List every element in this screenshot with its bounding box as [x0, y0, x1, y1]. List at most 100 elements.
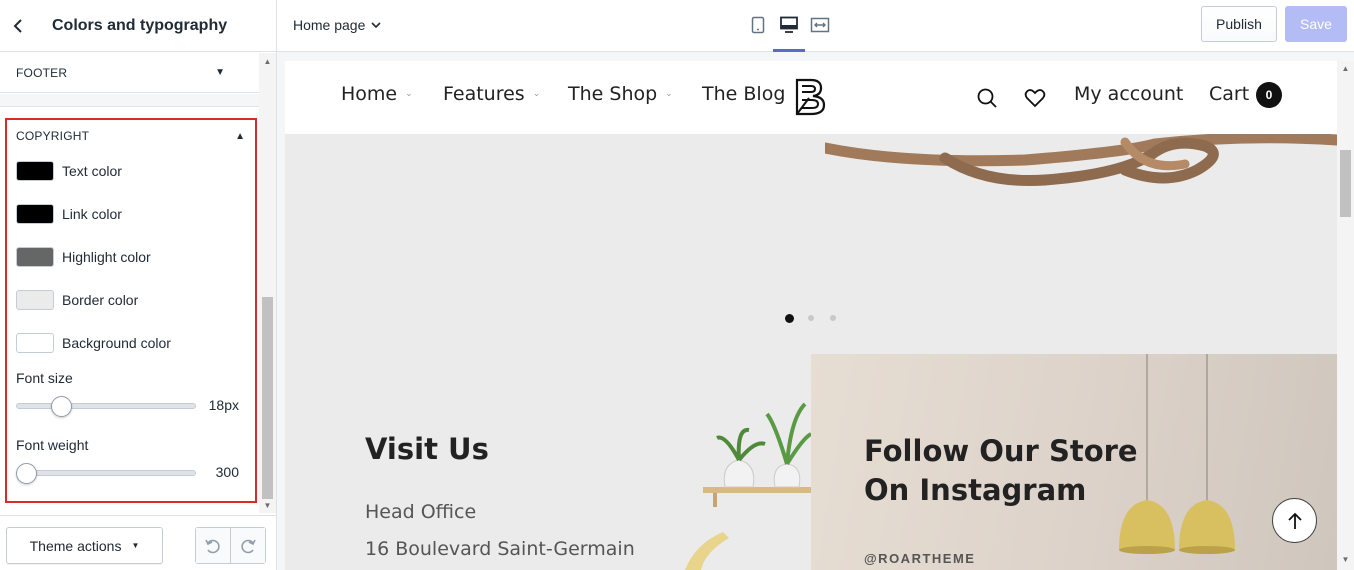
scroll-down-arrow[interactable]: ▼ [1337, 553, 1354, 567]
slide-dot-1[interactable] [785, 314, 794, 323]
border-color-picker[interactable]: Border color [16, 289, 216, 311]
plants-shelf-image [685, 402, 811, 570]
copyright-section-label: COPYRIGHT [16, 129, 90, 143]
font-weight-track[interactable] [16, 470, 196, 476]
link-color-picker[interactable]: Link color [16, 203, 216, 225]
back-to-top-button[interactable] [1272, 498, 1317, 543]
font-weight-slider[interactable]: 300 [16, 462, 245, 484]
background-color-swatch[interactable] [16, 333, 54, 353]
back-button[interactable] [2, 2, 36, 50]
link-color-swatch[interactable] [16, 204, 54, 224]
copyright-section: COPYRIGHT ▲ Text color Link color Highli… [5, 118, 257, 503]
chevron-left-icon [13, 18, 22, 33]
hero-slideshow[interactable] [285, 134, 1337, 354]
my-account-label: My account [1074, 83, 1184, 105]
redo-button[interactable] [230, 528, 265, 563]
font-size-label: Font size [16, 370, 73, 386]
instagram-handle[interactable]: @ROARTHEME [864, 551, 975, 566]
slide-dot-2[interactable] [808, 315, 814, 321]
font-weight-label: Font weight [16, 437, 89, 453]
active-device-indicator [773, 49, 805, 52]
visit-line-2: 16 Boulevard Saint-Germain [365, 538, 635, 560]
nav-features[interactable]: Features ⌄ [443, 83, 540, 105]
preview-scrollbar-thumb[interactable] [1340, 150, 1351, 217]
chevron-down-icon: ⌄ [665, 89, 673, 99]
footer-section-toggle[interactable]: FOOTER ▼ [0, 53, 259, 93]
fullwidth-icon [810, 17, 830, 33]
chevron-down-icon [371, 22, 381, 29]
caret-down-icon: ▼ [131, 541, 140, 550]
sidebar-scrollbar-thumb[interactable] [262, 297, 273, 499]
nav-the-blog[interactable]: The Blog [702, 83, 785, 105]
rope-knot-image [825, 134, 1337, 186]
nav-home-label: Home [341, 83, 398, 105]
history-controls [195, 527, 266, 564]
sidebar-title: Colors and typography [52, 16, 228, 34]
instagram-section: Follow Our Store On Instagram @ROARTHEME [811, 354, 1337, 570]
font-size-slider[interactable]: 18px [16, 395, 245, 417]
font-size-value: 18px [208, 397, 239, 413]
scroll-up-arrow[interactable]: ▲ [1337, 62, 1354, 76]
undo-button[interactable] [196, 528, 231, 563]
theme-actions-label: Theme actions [29, 537, 122, 554]
background-color-label: Background color [62, 335, 171, 351]
caret-up-icon: ▲ [235, 130, 245, 142]
nav-the-shop[interactable]: The Shop ⌄ [568, 83, 673, 105]
copyright-section-toggle[interactable]: COPYRIGHT ▲ [16, 127, 245, 145]
highlight-color-label: Highlight color [62, 249, 151, 265]
desktop-icon [780, 16, 798, 33]
scroll-down-arrow[interactable]: ▼ [259, 499, 276, 513]
editor-topbar: Home page Publish Save [277, 0, 1354, 52]
sidebar-settings-panel: FOOTER ▼ COPYRIGHT ▲ Text color Link col… [0, 53, 276, 513]
font-weight-value: 300 [215, 464, 239, 480]
redo-icon [241, 539, 256, 553]
slide-dot-3[interactable] [830, 315, 836, 321]
nav-the-blog-label: The Blog [702, 83, 786, 105]
cart-link[interactable]: Cart [1209, 83, 1249, 105]
visit-us-title: Visit Us [365, 432, 489, 466]
mobile-view-button[interactable] [746, 13, 770, 37]
nav-features-label: Features [443, 83, 525, 105]
desktop-view-button[interactable] [777, 13, 801, 37]
footer-section-label: FOOTER [16, 65, 68, 80]
theme-editor-sidebar: Colors and typography FOOTER ▼ COPYRIGHT… [0, 0, 277, 570]
highlight-color-swatch[interactable] [16, 247, 54, 267]
heart-icon[interactable] [1024, 87, 1046, 109]
border-color-label: Border color [62, 292, 139, 308]
preview-scrollbar[interactable]: ▲ ▼ [1337, 61, 1354, 570]
cart-label: Cart [1209, 83, 1250, 105]
background-color-picker[interactable]: Background color [16, 332, 216, 354]
scroll-up-arrow[interactable]: ▲ [259, 55, 276, 69]
sidebar-footer: Theme actions ▼ [0, 515, 276, 570]
save-button[interactable]: Save [1285, 6, 1347, 42]
chevron-down-icon: ⌄ [532, 89, 541, 99]
font-size-track[interactable] [16, 403, 196, 409]
arrow-up-icon [1287, 512, 1302, 529]
chevron-down-icon: ⌄ [405, 89, 413, 99]
text-color-picker[interactable]: Text color [16, 160, 216, 182]
site-header: Home ⌄ Features ⌄ The Shop ⌄ The Blog My ac… [285, 61, 1337, 134]
font-size-thumb[interactable] [50, 396, 72, 417]
nav-home[interactable]: Home ⌄ [341, 83, 413, 105]
my-account-link[interactable]: My account [1074, 83, 1183, 105]
page-selector[interactable]: Home page [293, 15, 381, 35]
text-color-label: Text color [62, 163, 122, 179]
theme-actions-button[interactable]: Theme actions ▼ [6, 527, 163, 564]
link-color-label: Link color [62, 206, 122, 222]
pendant-lamps-image [1119, 354, 1235, 554]
highlight-color-picker[interactable]: Highlight color [16, 246, 216, 268]
storefront-preview: Home ⌄ Features ⌄ The Shop ⌄ The Blog My ac… [285, 61, 1337, 570]
undo-icon [205, 539, 220, 553]
font-weight-thumb[interactable] [16, 463, 37, 484]
visit-us-section: Visit Us Head Office 16 Boulevard Saint-… [285, 354, 811, 570]
search-icon[interactable] [976, 87, 998, 109]
text-color-swatch[interactable] [16, 161, 54, 181]
nav-the-shop-label: The Shop [568, 83, 658, 105]
fullscreen-view-button[interactable] [808, 13, 832, 37]
brand-logo[interactable] [793, 78, 827, 116]
page-selector-label: Home page [293, 17, 366, 33]
sidebar-header: Colors and typography [0, 0, 276, 52]
border-color-swatch[interactable] [16, 290, 54, 310]
sidebar-scrollbar[interactable]: ▲ ▼ [259, 53, 276, 513]
publish-button[interactable]: Publish [1201, 6, 1277, 42]
